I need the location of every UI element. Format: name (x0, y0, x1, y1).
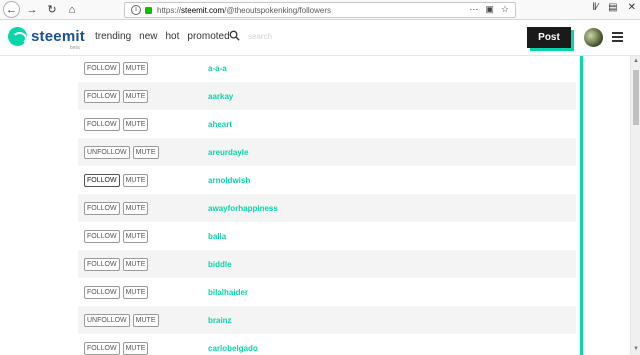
mute-button[interactable]: MUTE (122, 341, 149, 355)
list-item: FOLLOW MUTE bilalhaider (78, 278, 576, 306)
scroll-thumb[interactable] (633, 70, 639, 125)
follow-button[interactable]: FOLLOW (84, 173, 120, 187)
follower-name[interactable]: arnoldwish (208, 176, 250, 185)
pocket-icon[interactable]: ▣ (485, 4, 494, 15)
list-item: FOLLOW MUTE biddle (78, 250, 576, 278)
follower-name[interactable]: aarkay (208, 92, 233, 101)
mute-button[interactable]: MUTE (122, 229, 149, 243)
back-icon[interactable]: ← (3, 1, 20, 18)
mute-button[interactable]: MUTE (122, 89, 149, 103)
follower-name[interactable]: areurdayle (208, 148, 248, 157)
bookmark-star-icon[interactable]: ☆ (501, 4, 509, 15)
follow-button[interactable]: FOLLOW (84, 61, 120, 75)
follow-button[interactable]: FOLLOW (84, 117, 120, 131)
mute-button[interactable]: MUTE (122, 257, 149, 271)
unfollow-button[interactable]: UNFOLLOW (84, 145, 130, 159)
scroll-down-icon[interactable]: ▼ (633, 346, 639, 352)
main-nav: trending new hot promoted (95, 31, 230, 42)
follower-name[interactable]: brainz (208, 316, 232, 325)
nav-promoted[interactable]: promoted (187, 31, 229, 42)
list-item: FOLLOW MUTE aarkay (78, 82, 576, 110)
search-input[interactable] (248, 30, 338, 42)
close-icon[interactable]: ✕ (628, 2, 636, 13)
url-text[interactable]: https://steemit.com/@theoutspokenking/fo… (157, 6, 331, 15)
follow-button[interactable]: FOLLOW (84, 229, 120, 243)
followers-list: FOLLOW MUTE a-a-a FOLLOW MUTE aarkay FOL… (0, 56, 630, 355)
mute-button[interactable]: MUTE (122, 285, 149, 299)
list-item: FOLLOW MUTE carlobelgado (78, 334, 576, 355)
library-icon[interactable]: ‖⁄ (592, 2, 598, 13)
accent-divider (580, 56, 583, 355)
list-item: FOLLOW MUTE arnoldwish (78, 166, 576, 194)
steemit-logo-icon[interactable] (8, 27, 27, 46)
forward-icon[interactable]: → (24, 2, 40, 18)
sidebar-icon[interactable]: ▤ (608, 2, 617, 13)
logo-text[interactable]: steemit (31, 28, 85, 45)
mute-button[interactable]: MUTE (122, 201, 149, 215)
follower-name[interactable]: balia (208, 232, 226, 241)
logo-beta: beta (70, 45, 80, 51)
unfollow-button[interactable]: UNFOLLOW (84, 313, 130, 327)
list-item: FOLLOW MUTE balia (78, 222, 576, 250)
mute-button[interactable]: MUTE (122, 173, 149, 187)
mute-button[interactable]: MUTE (132, 313, 159, 327)
list-item: UNFOLLOW MUTE brainz (78, 306, 576, 334)
list-item: FOLLOW MUTE a-a-a (78, 56, 576, 82)
url-bar[interactable]: i https://steemit.com/@theoutspokenking/… (124, 2, 516, 18)
nav-new[interactable]: new (139, 31, 157, 42)
lock-icon (145, 6, 152, 14)
mute-button[interactable]: MUTE (122, 117, 149, 131)
follow-button[interactable]: FOLLOW (84, 201, 120, 215)
home-icon[interactable]: ⌂ (64, 2, 80, 18)
follower-name[interactable]: carlobelgado (208, 344, 258, 353)
list-item: FOLLOW MUTE aheart (78, 110, 576, 138)
scroll-up-icon[interactable]: ▲ (633, 58, 639, 64)
site-header: steemit beta trending new hot promoted P… (0, 20, 640, 56)
list-item: UNFOLLOW MUTE areurdayle (78, 138, 576, 166)
search-icon[interactable] (229, 30, 240, 41)
follower-name[interactable]: biddle (208, 260, 232, 269)
mute-button[interactable]: MUTE (122, 61, 149, 75)
follow-button[interactable]: FOLLOW (84, 341, 120, 355)
nav-hot[interactable]: hot (166, 31, 180, 42)
post-button[interactable]: Post (527, 27, 571, 48)
avatar[interactable] (584, 28, 603, 47)
follower-name[interactable]: awayforhappiness (208, 204, 278, 213)
scrollbar[interactable]: ▲ ▼ (630, 56, 640, 355)
list-item: FOLLOW MUTE awayforhappiness (78, 194, 576, 222)
follower-name[interactable]: aheart (208, 120, 232, 129)
browser-toolbar: ← → ↻ ⌂ i https://steemit.com/@theoutspo… (0, 0, 640, 20)
follow-button[interactable]: FOLLOW (84, 257, 120, 271)
follow-button[interactable]: FOLLOW (84, 285, 120, 299)
reload-icon[interactable]: ↻ (44, 2, 60, 18)
more-icon[interactable]: ⋯ (469, 4, 478, 15)
nav-trending[interactable]: trending (95, 31, 131, 42)
follower-name[interactable]: a-a-a (208, 64, 227, 73)
menu-icon[interactable] (612, 32, 623, 42)
info-icon[interactable]: i (131, 5, 141, 15)
follower-name[interactable]: bilalhaider (208, 288, 248, 297)
follow-button[interactable]: FOLLOW (84, 89, 120, 103)
mute-button[interactable]: MUTE (132, 145, 159, 159)
